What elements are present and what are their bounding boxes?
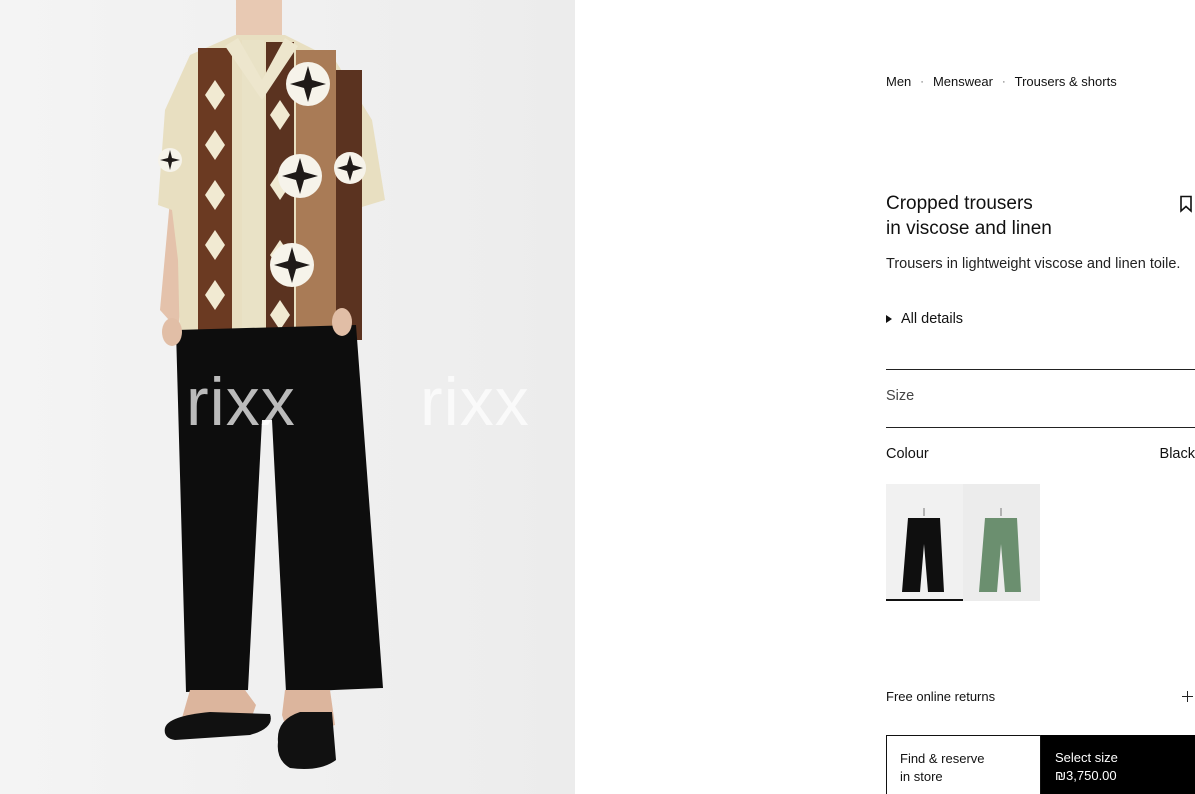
colour-label: Colour	[886, 446, 929, 462]
swatch-green[interactable]	[963, 484, 1040, 601]
find-reserve-store-button[interactable]: Find & reserve in store	[886, 735, 1041, 794]
divider	[886, 369, 1195, 370]
price: ₪3,750.00	[1055, 768, 1117, 783]
watermark-right: rixx	[420, 364, 530, 440]
trousers-thumbnail-green	[979, 508, 1021, 592]
divider	[886, 427, 1195, 428]
find-reserve-label: Find & reserve	[900, 751, 985, 766]
breadcrumb: Men · Menswear · Trousers & shorts	[886, 74, 1117, 89]
breadcrumb-trousers-shorts[interactable]: Trousers & shorts	[1015, 74, 1117, 89]
purchase-actions: Find & reserve in store Select size ₪3,7…	[886, 735, 1195, 794]
product-page: rixx rixx Men · Menswear · Trousers & sh…	[0, 0, 1195, 794]
breadcrumb-separator: ·	[920, 75, 924, 88]
breadcrumb-menswear[interactable]: Menswear	[933, 74, 993, 89]
watermark-left: rixx	[186, 364, 296, 440]
product-title: Cropped trousers in viscose and linen	[886, 191, 1146, 241]
product-image[interactable]: rixx rixx	[0, 0, 575, 794]
triangle-right-icon	[886, 315, 892, 323]
colour-swatches	[886, 484, 1040, 601]
size-selector[interactable]: Size	[886, 388, 914, 404]
breadcrumb-men[interactable]: Men	[886, 74, 911, 89]
breadcrumb-separator: ·	[1001, 75, 1006, 88]
free-returns-label: Free online returns	[886, 689, 996, 704]
product-description: Trousers in lightweight viscose and line…	[886, 256, 1181, 272]
product-title-line2: in viscose and linen	[886, 218, 1052, 239]
all-details-toggle[interactable]: All details	[886, 311, 963, 327]
trousers-thumbnail-black	[902, 508, 944, 592]
product-info-panel: Men · Menswear · Trousers & shorts Cropp…	[886, 0, 1195, 794]
select-size-label: Select size	[1055, 750, 1118, 765]
plus-icon	[1182, 691, 1193, 702]
free-returns-accordion[interactable]: Free online returns	[886, 689, 1195, 704]
all-details-label: All details	[901, 311, 964, 327]
bookmark-icon[interactable]	[1179, 195, 1193, 213]
colour-row: Colour Black	[886, 446, 1195, 462]
colour-selected-value: Black	[1159, 446, 1195, 462]
select-size-button[interactable]: Select size ₪3,750.00	[1041, 735, 1195, 794]
swatch-black[interactable]	[886, 484, 963, 601]
in-store-label: in store	[900, 769, 943, 784]
product-title-line1: Cropped trousers	[886, 193, 1033, 214]
